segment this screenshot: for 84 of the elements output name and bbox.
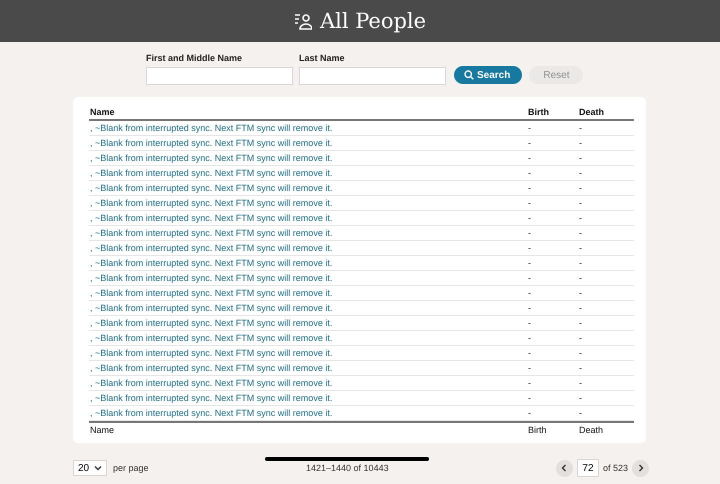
table-cell: - — [527, 166, 578, 181]
person-link[interactable]: , ~Blank from interrupted sync. Next FTM sync will remove it. — [90, 378, 332, 388]
person-link[interactable]: , ~Blank from interrupted sync. Next FTM sync will remove it. — [90, 288, 332, 298]
page-input[interactable]: 72 — [576, 459, 599, 477]
table-cell: - — [527, 346, 578, 361]
page-total: of 523 — [602, 463, 628, 473]
table-cell: - — [527, 121, 578, 136]
table-cell: - — [578, 166, 634, 181]
table-cell: - — [578, 241, 634, 256]
column-header: Death — [578, 105, 634, 121]
table-cell: - — [527, 181, 578, 196]
result-range: 1421–1440 of 10443 — [306, 463, 389, 473]
search-icon — [464, 70, 474, 80]
table-cell: - — [578, 286, 634, 301]
chevron-left-icon — [560, 464, 568, 472]
table-cell: - — [527, 406, 578, 421]
person-list-icon — [294, 12, 312, 30]
person-link[interactable]: , ~Blank from interrupted sync. Next FTM sync will remove it. — [90, 348, 332, 358]
table-cell: - — [527, 226, 578, 241]
table-cell: - — [578, 406, 634, 421]
table-cell: - — [527, 391, 578, 406]
table-cell: - — [578, 391, 634, 406]
table-cell: - — [527, 361, 578, 376]
person-link[interactable]: , ~Blank from interrupted sync. Next FTM sync will remove it. — [90, 213, 332, 223]
table-cell: - — [527, 151, 578, 166]
person-link[interactable]: , ~Blank from interrupted sync. Next FTM sync will remove it. — [90, 168, 332, 178]
table-cell: - — [578, 121, 634, 136]
person-link[interactable]: , ~Blank from interrupted sync. Next FTM sync will remove it. — [90, 318, 332, 328]
person-link[interactable]: , ~Blank from interrupted sync. Next FTM sync will remove it. — [90, 138, 332, 148]
name-input[interactable] — [146, 67, 293, 85]
table-cell: - — [527, 271, 578, 286]
chevron-down-icon — [94, 464, 102, 472]
table-cell: - — [578, 331, 634, 346]
table-cell: - — [578, 316, 634, 331]
table-cell: - — [578, 136, 634, 151]
page-title: All People — [320, 9, 426, 33]
table-cell: - — [578, 181, 634, 196]
person-link[interactable]: , ~Blank from interrupted sync. Next FTM sync will remove it. — [90, 273, 332, 283]
table-cell: - — [578, 211, 634, 226]
person-link[interactable]: , ~Blank from interrupted sync. Next FTM sync will remove it. — [90, 198, 332, 208]
table-cell: - — [578, 256, 634, 271]
person-link[interactable]: , ~Blank from interrupted sync. Next FTM sync will remove it. — [90, 393, 332, 403]
person-link[interactable]: , ~Blank from interrupted sync. Next FTM sync will remove it. — [90, 363, 332, 373]
table-cell: - — [578, 361, 634, 376]
table-cell: - — [527, 211, 578, 226]
column-footer: Name — [89, 421, 527, 437]
table-cell: - — [527, 256, 578, 271]
person-link[interactable]: , ~Blank from interrupted sync. Next FTM sync will remove it. — [90, 408, 332, 418]
table-cell: - — [578, 226, 634, 241]
person-link[interactable]: , ~Blank from interrupted sync. Next FTM sync will remove it. — [90, 228, 332, 238]
table-cell: - — [527, 286, 578, 301]
table-cell: - — [578, 271, 634, 286]
person-link[interactable]: , ~Blank from interrupted sync. Next FTM sync will remove it. — [90, 333, 332, 343]
field-label: First and Middle Name — [146, 53, 244, 63]
table-cell: - — [527, 331, 578, 346]
table-cell: - — [527, 136, 578, 151]
person-link[interactable]: , ~Blank from interrupted sync. Next FTM sync will remove it. — [90, 258, 332, 268]
table-cell: - — [578, 196, 634, 211]
table-cell: - — [527, 316, 578, 331]
name-input[interactable] — [299, 67, 446, 85]
person-link[interactable]: , ~Blank from interrupted sync. Next FTM sync will remove it. — [90, 303, 332, 313]
person-link[interactable]: , ~Blank from interrupted sync. Next FTM sync will remove it. — [90, 243, 332, 253]
column-header: Name — [89, 105, 527, 121]
table-cell: - — [527, 301, 578, 316]
column-footer: Birth — [527, 421, 578, 437]
column-header: Birth — [527, 105, 578, 121]
chevron-right-icon — [636, 464, 644, 472]
page-size-select[interactable]: 20 — [73, 460, 107, 476]
column-footer: Death — [578, 421, 634, 437]
table-cell: - — [578, 346, 634, 361]
search-button[interactable]: Search — [454, 66, 522, 84]
per-page-label: per page — [113, 463, 149, 473]
field-label: Last Name — [299, 53, 346, 63]
table-cell: - — [578, 301, 634, 316]
table-cell: - — [578, 151, 634, 166]
table-cell: - — [527, 241, 578, 256]
previous-page-button[interactable] — [556, 460, 573, 476]
person-link[interactable]: , ~Blank from interrupted sync. Next FTM sync will remove it. — [90, 183, 332, 193]
next-page-button[interactable] — [632, 460, 649, 476]
person-link[interactable]: , ~Blank from interrupted sync. Next FTM sync will remove it. — [90, 123, 332, 133]
table-cell: - — [527, 376, 578, 391]
table-cell: - — [527, 196, 578, 211]
person-link[interactable]: , ~Blank from interrupted sync. Next FTM sync will remove it. — [90, 153, 332, 163]
table-cell: - — [578, 376, 634, 391]
